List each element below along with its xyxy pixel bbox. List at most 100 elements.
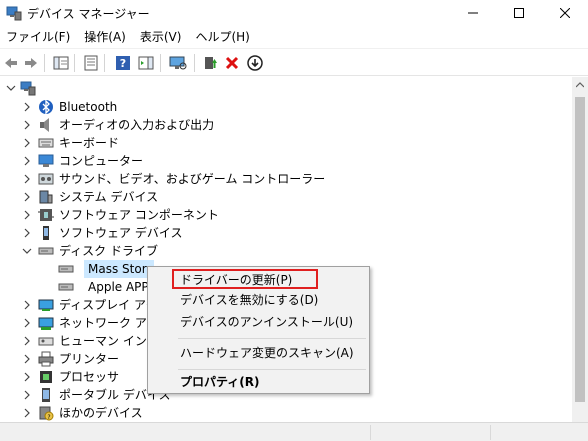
update-driver-button[interactable] [201,54,219,72]
tree-category-row[interactable]: サウンド、ビデオ、およびゲーム コントローラー [0,170,572,188]
uninstall-icon [225,56,239,70]
help-icon: ? [116,56,130,70]
tree-category-row[interactable]: ソフトウェア コンポーネント [0,206,572,224]
chevron-right-icon[interactable] [22,228,32,238]
status-cell [490,425,491,440]
tree-category-row[interactable]: ディスク ドライブ [0,242,572,260]
status-bar [0,422,588,441]
chevron-right-icon[interactable] [22,102,32,112]
speaker-icon [40,118,49,132]
disable-device-menu-item[interactable]: デバイスを無効にする(D) [148,289,369,311]
sound-icon [38,173,54,185]
chevron-down-icon[interactable] [6,83,16,93]
action-pane-icon [138,56,154,70]
tree-root[interactable] [0,79,572,97]
chevron-right-icon[interactable] [22,318,32,328]
scroll-up-icon[interactable] [576,82,584,88]
menu-view[interactable]: 表示(V) [134,26,190,48]
computer-root-icon [20,81,36,96]
tree-category-row[interactable]: オーディオの入力および出力 [0,116,572,134]
chevron-right-icon[interactable] [22,156,32,166]
minimize-icon [468,12,478,14]
toolbar: ? [0,48,588,76]
chevron-right-icon[interactable] [22,372,32,382]
tree-item-label: Bluetooth [59,100,118,114]
scan-hardware-button[interactable] [169,54,187,72]
tree-item-label: Mass Stora [88,262,154,276]
tree-item-label: システム デバイス [59,190,159,204]
tree-item-label: サウンド、ビデオ、およびゲーム コントローラー [59,172,326,186]
properties-icon [84,55,98,71]
menu-file[interactable]: ファイル(F) [0,26,78,48]
tree-item-label: キーボード [59,136,120,150]
status-cell [370,425,371,440]
update-driver-icon [205,57,217,69]
processor-icon [40,371,52,383]
vertical-scrollbar[interactable] [572,77,588,422]
properties-button[interactable] [82,54,100,72]
chevron-right-icon[interactable] [22,138,32,148]
disk-icon [58,265,74,273]
keyboard-icon [38,138,54,148]
tree-category-row[interactable]: コンピューター [0,152,572,170]
forward-icon [25,58,37,68]
tree-item-label: プリンター [59,352,120,366]
show-hide-tree-button[interactable] [52,54,70,72]
forward-button[interactable] [22,54,40,72]
context-menu: ドライバーの更新(P) デバイスを無効にする(D) デバイスのアンインストール(… [147,266,370,394]
chevron-right-icon[interactable] [22,174,32,184]
uninstall-button[interactable] [223,54,241,72]
tree-category-row[interactable]: キーボード [0,134,572,152]
action-pane-button[interactable] [137,54,155,72]
device-manager-icon [6,6,22,21]
scroll-thumb[interactable] [575,97,585,402]
svg-text:?: ? [47,414,50,421]
tree-category-row[interactable]: ? ほかのデバイス [0,404,572,422]
chevron-right-icon[interactable] [22,408,32,418]
chevron-right-icon[interactable] [22,120,32,130]
back-button[interactable] [2,54,20,72]
chevron-down-icon[interactable] [22,246,32,256]
scan-hardware-menu-item[interactable]: ハードウェア変更のスキャン(A) [148,342,369,364]
chevron-right-icon[interactable] [22,354,32,364]
menu-separator [178,369,366,370]
disable-device-button[interactable] [246,54,264,72]
disk-icon [58,283,74,291]
help-button[interactable]: ? [114,54,132,72]
menu-action[interactable]: 操作(A) [78,26,134,48]
bluetooth-icon [39,99,53,115]
close-icon [560,8,570,18]
tree-category-row[interactable]: Bluetooth [0,98,572,116]
minimize-button[interactable] [450,0,496,26]
tree-category-row[interactable]: システム デバイス [0,188,572,206]
uninstall-device-menu-item[interactable]: デバイスのアンインストール(U) [148,311,369,333]
disable-device-icon [247,55,263,71]
tree-item-label: ほかのデバイス [59,406,143,420]
chevron-right-icon[interactable] [22,390,32,400]
other-device-icon: ? [39,406,54,421]
disk-drive-icon [38,247,54,255]
tree-category-row[interactable]: ソフトウェア デバイス [0,224,572,242]
tree-item-label: ソフトウェア デバイス [59,226,183,240]
menu-help[interactable]: ヘルプ(H) [189,26,257,48]
back-icon [5,58,17,68]
chevron-right-icon[interactable] [22,192,32,202]
chevron-right-icon[interactable] [22,336,32,346]
software-device-icon [43,226,49,240]
menu-separator [178,338,366,339]
tree-item-label: コンピューター [59,154,144,168]
network-adapter-icon [38,317,54,330]
maximize-icon [514,8,524,18]
update-driver-menu-item[interactable]: ドライバーの更新(P) [148,269,369,291]
software-component-icon [38,209,54,221]
show-hide-tree-icon [53,56,69,70]
close-button[interactable] [542,0,588,26]
properties-menu-item[interactable]: プロパティ(R) [148,371,369,393]
computer-icon [38,154,54,167]
maximize-button[interactable] [496,0,542,26]
tree-item-label: ディスク ドライブ [59,244,158,258]
chevron-right-icon[interactable] [22,300,32,310]
menu-bar: ファイル(F) 操作(A) 表示(V) ヘルプ(H) [0,26,588,48]
system-device-icon [39,190,53,204]
chevron-right-icon[interactable] [22,210,32,220]
